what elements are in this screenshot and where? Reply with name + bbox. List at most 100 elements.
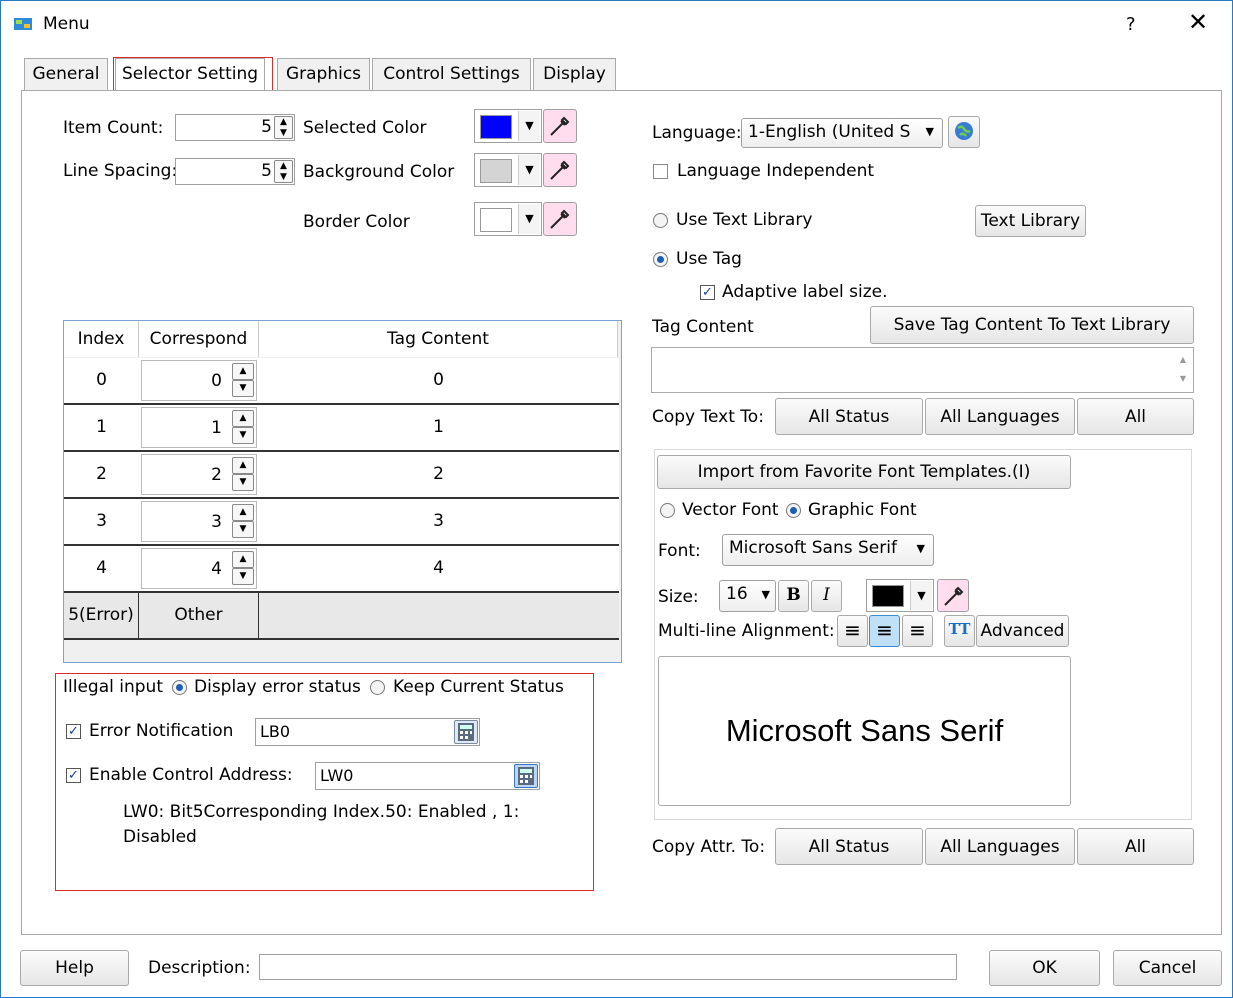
- chevron-down-icon: ▼: [761, 588, 770, 601]
- adaptive-label-checkbox[interactable]: ✓: [700, 285, 715, 300]
- app-icon: [14, 18, 32, 30]
- copy-text-all-button[interactable]: All: [1077, 398, 1194, 435]
- control-note-line2: Disabled: [123, 827, 197, 847]
- error-notification-input[interactable]: LB0: [255, 718, 480, 746]
- selected-color-dropdown[interactable]: ▼: [474, 109, 542, 143]
- use-tag-radio[interactable]: [653, 252, 668, 267]
- table-row[interactable]: 4 4 ▲ ▼ 4: [64, 546, 619, 593]
- eyedropper-icon[interactable]: [543, 109, 577, 143]
- border-color-label: Border Color: [303, 212, 410, 232]
- spinner-arrows-icon[interactable]: ▲ ▼: [232, 457, 254, 492]
- eyedropper-icon[interactable]: [543, 153, 577, 187]
- correspond-spinner[interactable]: 4 ▲ ▼: [141, 548, 257, 589]
- font-value: Microsoft Sans Serif: [729, 538, 897, 558]
- copy-attr-all-languages-button[interactable]: All Languages: [925, 828, 1075, 865]
- enable-control-input[interactable]: LW0: [315, 762, 540, 790]
- text-style-icon[interactable]: TT: [944, 615, 975, 647]
- table-row[interactable]: 3 3 ▲ ▼ 3: [64, 499, 619, 546]
- chevron-down-icon: ▼: [518, 155, 540, 185]
- tag-content-label: Tag Content: [652, 317, 754, 337]
- text-library-button[interactable]: Text Library: [975, 205, 1086, 237]
- help-button[interactable]: Help: [20, 950, 129, 986]
- copy-attr-label: Copy Attr. To:: [652, 837, 766, 857]
- display-error-radio[interactable]: [172, 680, 187, 695]
- table-row[interactable]: 1 1 ▲ ▼ 1: [64, 405, 619, 452]
- correspond-spinner[interactable]: 0 ▲ ▼: [141, 360, 257, 401]
- background-color-swatch: [480, 159, 512, 183]
- item-count-spinner[interactable]: 5 ▲ ▼: [175, 114, 295, 141]
- line-spacing-spinner[interactable]: 5 ▲ ▼: [175, 158, 295, 185]
- correspond-value: 0: [211, 371, 222, 391]
- row-index: 3: [96, 511, 107, 531]
- spinner-arrows-icon[interactable]: ▲ ▼: [274, 116, 293, 139]
- spinner-arrows-icon[interactable]: ▲ ▼: [232, 551, 254, 586]
- correspond-spinner[interactable]: 2 ▲ ▼: [141, 454, 257, 495]
- copy-attr-all-button[interactable]: All: [1077, 828, 1194, 865]
- help-icon[interactable]: ?: [1126, 14, 1136, 35]
- globe-button[interactable]: [948, 116, 980, 148]
- keep-current-radio[interactable]: [370, 680, 385, 695]
- table-row-error[interactable]: 5(Error) Other: [64, 593, 619, 640]
- italic-button[interactable]: I: [811, 580, 842, 612]
- chevron-down-icon: ▼: [910, 581, 932, 610]
- font-color-dropdown[interactable]: ▼: [866, 579, 934, 612]
- spinner-arrows-icon[interactable]: ▲ ▼: [232, 504, 254, 539]
- error-notification-checkbox[interactable]: ✓: [66, 724, 81, 739]
- eyedropper-icon[interactable]: [543, 202, 577, 236]
- chevron-down-icon: ▼: [518, 111, 540, 141]
- scrollbar-arrows-icon[interactable]: ▲ ▼: [1175, 350, 1191, 390]
- save-tag-content-button[interactable]: Save Tag Content To Text Library: [870, 306, 1194, 344]
- size-label: Size:: [658, 587, 699, 607]
- graphic-font-radio[interactable]: [786, 503, 801, 518]
- correspond-spinner[interactable]: 1 ▲ ▼: [141, 407, 257, 448]
- copy-attr-all-status-button[interactable]: All Status: [775, 828, 923, 865]
- calculator-icon[interactable]: [454, 720, 478, 744]
- row-tag-content: [259, 593, 618, 638]
- bold-button[interactable]: B: [778, 580, 809, 612]
- advanced-button[interactable]: Advanced: [976, 615, 1069, 647]
- globe-icon: [955, 122, 973, 140]
- cancel-button[interactable]: Cancel: [1113, 950, 1222, 986]
- calculator-icon[interactable]: [514, 764, 538, 788]
- spinner-arrows-icon[interactable]: ▲ ▼: [232, 410, 254, 445]
- border-color-dropdown[interactable]: ▼: [474, 202, 542, 236]
- item-count-label: Item Count:: [63, 118, 164, 138]
- font-select[interactable]: Microsoft Sans Serif ▼: [722, 534, 934, 566]
- language-independent-checkbox[interactable]: [653, 164, 668, 179]
- row-correspond: Other: [139, 593, 259, 638]
- use-text-library-label: Use Text Library: [676, 210, 813, 230]
- tab-control-settings[interactable]: Control Settings: [372, 58, 531, 90]
- vector-font-radio[interactable]: [660, 503, 675, 518]
- tab-general[interactable]: General: [24, 58, 108, 90]
- copy-text-all-languages-button[interactable]: All Languages: [925, 398, 1075, 435]
- table-header-correspond: Correspond: [139, 321, 259, 357]
- language-value: 1-English (United S: [748, 122, 911, 142]
- background-color-dropdown[interactable]: ▼: [474, 153, 542, 187]
- language-select[interactable]: 1-English (United S ▼: [741, 118, 943, 148]
- enable-control-checkbox[interactable]: ✓: [66, 768, 81, 783]
- table-row[interactable]: 0 0 ▲ ▼ 0: [64, 358, 619, 405]
- tab-graphics[interactable]: Graphics: [277, 58, 370, 90]
- size-select[interactable]: 16 ▼: [719, 580, 776, 612]
- align-left-icon[interactable]: ≡: [837, 615, 868, 647]
- align-center-icon[interactable]: ≡: [869, 615, 900, 647]
- description-input[interactable]: [259, 954, 957, 980]
- use-text-library-radio[interactable]: [653, 213, 668, 228]
- tag-content-textarea[interactable]: ▲ ▼: [651, 347, 1194, 393]
- row-tag-content: 3: [433, 511, 444, 531]
- spinner-arrows-icon[interactable]: ▲ ▼: [274, 160, 293, 183]
- close-icon[interactable]: ✕: [1188, 10, 1208, 34]
- spinner-arrows-icon[interactable]: ▲ ▼: [232, 363, 254, 398]
- correspond-spinner[interactable]: 3 ▲ ▼: [141, 501, 257, 542]
- row-index: 4: [96, 558, 107, 578]
- align-right-icon[interactable]: ≡: [902, 615, 933, 647]
- table-row[interactable]: 2 2 ▲ ▼ 2: [64, 452, 619, 499]
- description-label: Description:: [148, 958, 251, 978]
- copy-text-all-status-button[interactable]: All Status: [775, 398, 923, 435]
- keep-current-label: Keep Current Status: [393, 677, 564, 697]
- ok-button[interactable]: OK: [989, 950, 1100, 986]
- import-font-templates-button[interactable]: Import from Favorite Font Templates.(I): [657, 455, 1071, 489]
- eyedropper-icon[interactable]: [937, 579, 969, 612]
- table-header-tag-content: Tag Content: [259, 321, 618, 357]
- tab-display[interactable]: Display: [533, 58, 616, 90]
